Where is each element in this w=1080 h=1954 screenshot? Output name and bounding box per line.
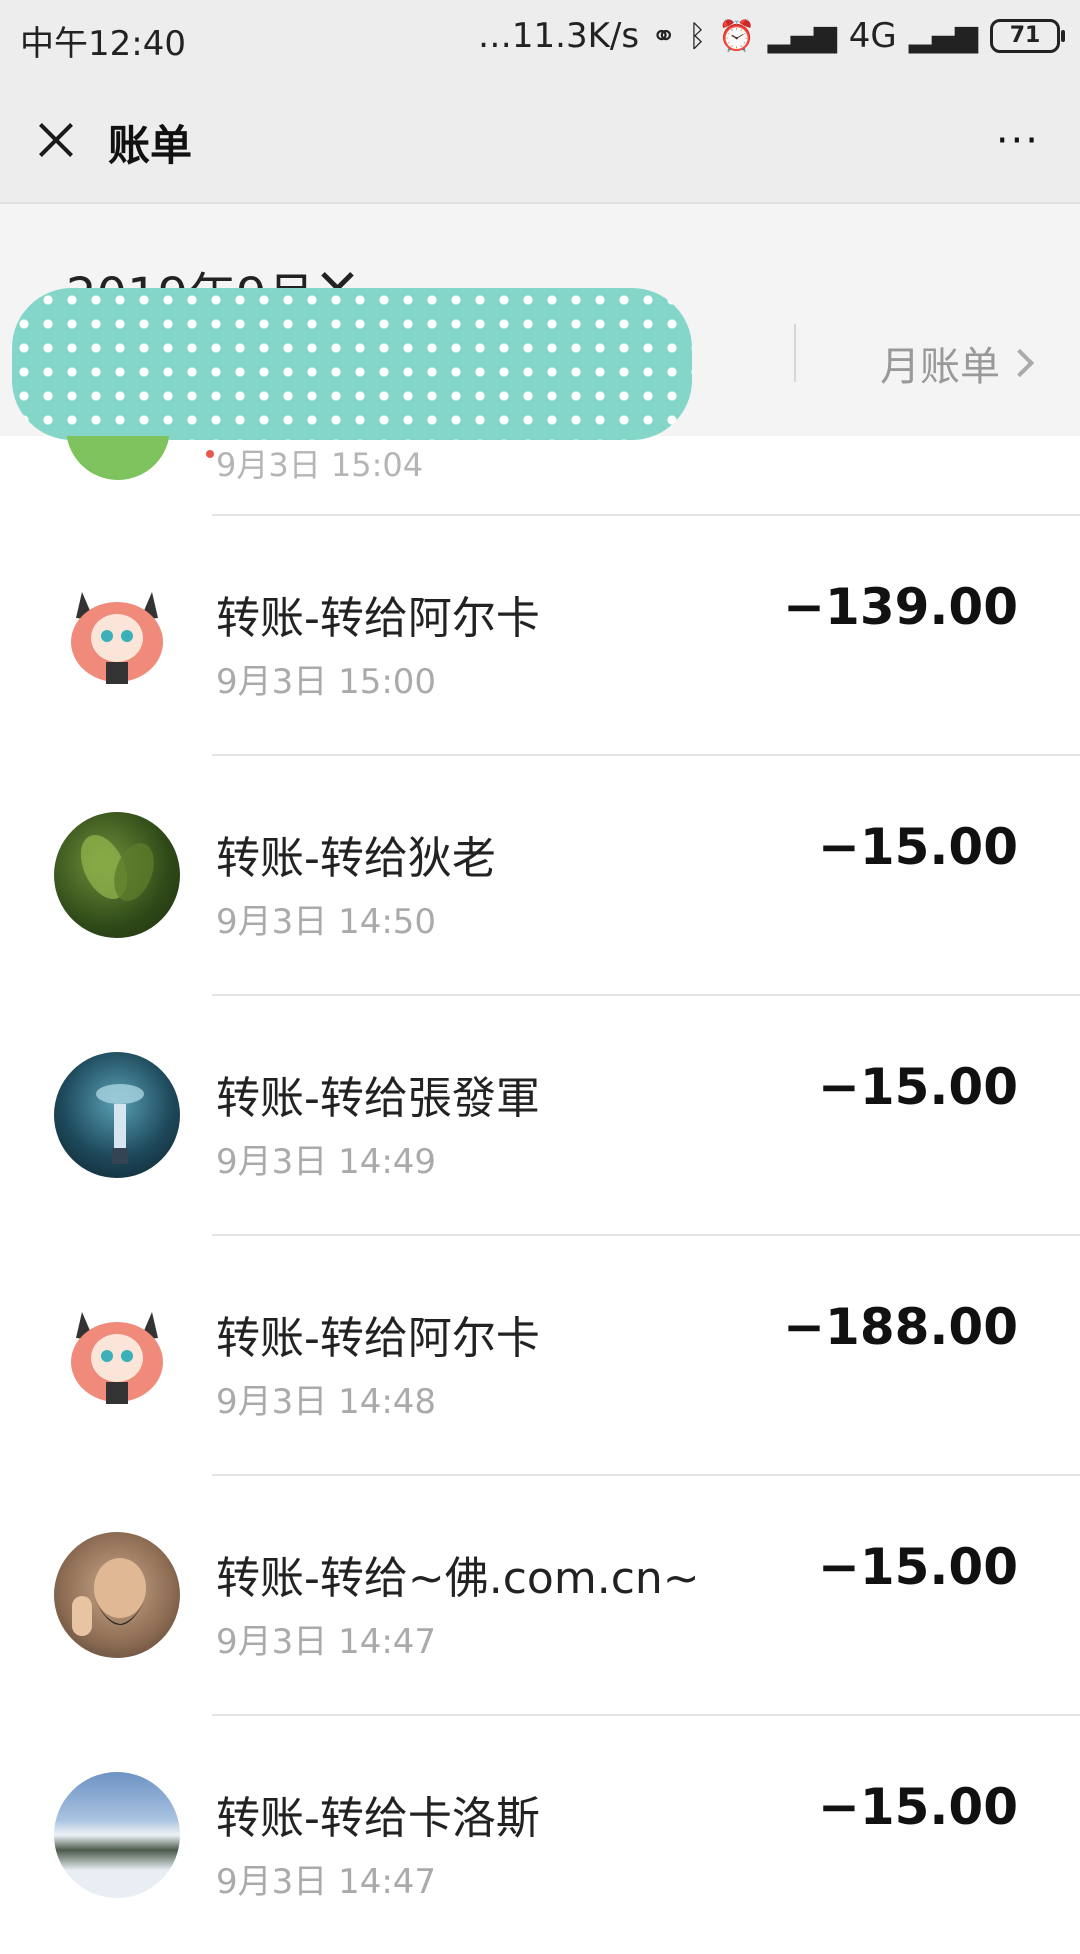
transaction-amount: −15.00 [817,818,1018,876]
network-type: 4G [848,16,897,56]
transaction-amount: −15.00 [817,1058,1018,1116]
row-divider [212,1474,1080,1476]
transaction-title: 转账-转给~佛.com.cn~ [216,1553,700,1604]
plant-photo-avatar [54,812,180,938]
transaction-amount: −15.00 [817,1778,1018,1836]
row-divider [212,994,1080,996]
monthly-bill-link[interactable]: 月账单 [880,334,1035,392]
anime-girl-avatar [54,572,180,698]
battery-icon: 71 [990,19,1065,53]
status-icons: …11.3K/s ⚭ ᛒ ⏰ ▂▄▆ 4G ▂▄▆ 71 [477,16,1065,56]
unread-dot [206,450,214,458]
transaction-row[interactable]: 转账-转给~佛.com.cn~ 9月3日 14:47 −15.00 [0,1474,1080,1714]
transaction-amount: −15.00 [817,1538,1018,1596]
anime-girl-avatar [54,1292,180,1418]
transaction-row[interactable]: 转账-转给阿尔卡 9月3日 14:48 −188.00 [0,1234,1080,1474]
row-divider [212,514,1080,516]
transaction-time: 9月3日 14:47 [216,1622,437,1662]
snow-landscape-avatar [54,1772,180,1898]
rain-scene-avatar [54,1052,180,1178]
row-divider [212,1234,1080,1236]
status-time: 中午12:40 [20,24,186,64]
chevron-down-icon[interactable] [326,264,352,290]
transaction-time: 9月3日 14:48 [216,1382,437,1422]
transaction-time: 9月3日 14:50 [216,902,437,942]
transaction-row[interactable]: 转账-转给狄老 9月3日 14:50 −15.00 [0,754,1080,994]
transaction-row[interactable]: 转账-转给卡洛斯 9月3日 14:47 −15.00 [0,1714,1080,1954]
transaction-amount: −188.00 [783,1298,1018,1356]
transaction-title: 转账-转给狄老 [216,833,496,884]
close-icon[interactable] [28,112,84,168]
transaction-time: 9月3日 14:49 [216,1142,437,1182]
monthly-bill-label: 月账单 [880,344,1000,390]
bearded-man-avatar [54,1532,180,1658]
alarm-icon: ⏰ [718,18,756,54]
nav-bar: 账单 ··· [0,78,1080,204]
transaction-row[interactable]: 转账-转给阿尔卡 9月3日 15:00 −139.00 [0,514,1080,754]
status-bar: 中午12:40 …11.3K/s ⚭ ᛒ ⏰ ▂▄▆ 4G ▂▄▆ 71 [0,0,1080,78]
transaction-title: 转账-转给卡洛斯 [216,1793,540,1844]
month-header: 2019年9月 月账单 [0,204,1080,440]
bluetooth-icon: ᛒ [688,18,707,54]
signal-icon-2: ▂▄▆ [908,18,978,54]
row-divider [212,1714,1080,1716]
transaction-time: 9月3日 15:04 [216,446,424,484]
row-divider [212,754,1080,756]
link-icon: ⚭ [651,18,677,54]
list-item-partial[interactable]: 9月3日 15:04 [0,436,1080,514]
transaction-title: 转账-转给阿尔卡 [216,593,540,644]
transaction-title: 转账-转给阿尔卡 [216,1313,540,1364]
transaction-time: 9月3日 14:47 [216,1862,437,1902]
header-divider [794,324,796,382]
network-speed: …11.3K/s [477,16,640,56]
transaction-time: 9月3日 15:00 [216,662,437,702]
signal-icon: ▂▄▆ [767,18,837,54]
transaction-title: 转账-转给張發軍 [216,1073,540,1124]
avatar [66,436,170,480]
transaction-amount: −139.00 [783,578,1018,636]
more-options-icon[interactable]: ··· [996,118,1040,164]
transaction-row[interactable]: 转账-转给張發軍 9月3日 14:49 −15.00 [0,994,1080,1234]
chevron-right-icon [1005,348,1035,378]
page-title: 账单 [108,121,193,170]
redaction-overlay [12,288,692,440]
